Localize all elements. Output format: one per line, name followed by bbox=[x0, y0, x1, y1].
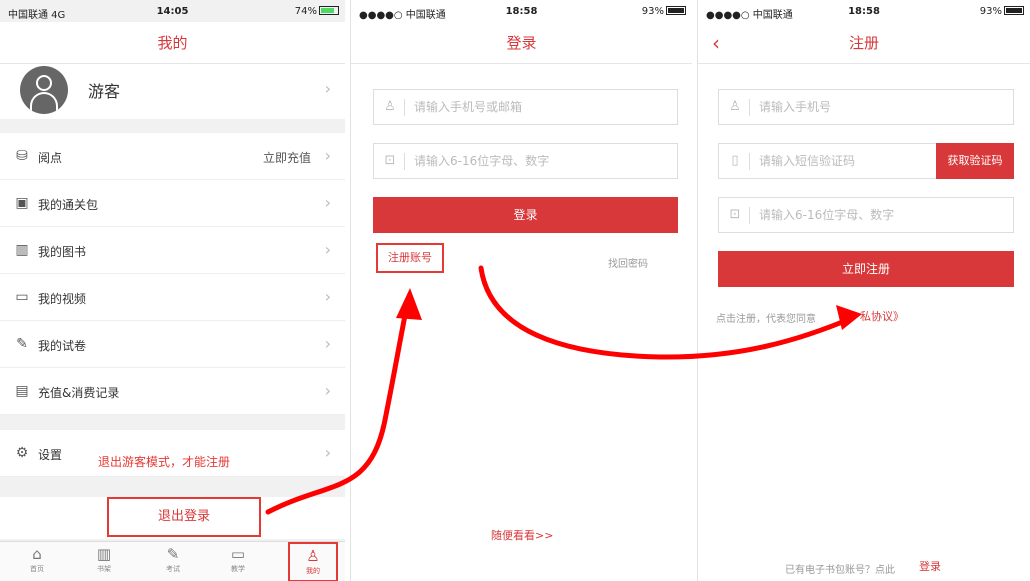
page-title: 注册 bbox=[848, 34, 879, 52]
logout-button[interactable]: 退出登录 bbox=[107, 497, 261, 537]
tab-label: 首页 bbox=[30, 565, 44, 573]
avatar bbox=[20, 66, 68, 114]
menu-item-label: 我的试卷 bbox=[38, 339, 87, 353]
page-title: 登录 bbox=[506, 34, 537, 52]
password-input[interactable] bbox=[414, 144, 667, 178]
password-field[interactable]: ⊡ bbox=[718, 197, 1014, 233]
menu-item-label: 设置 bbox=[38, 448, 63, 462]
tab-shelf[interactable]: ▥ 书架 bbox=[79, 542, 129, 581]
annotation-note: 退出游客模式，才能注册 bbox=[98, 455, 231, 469]
home-icon: ⌂ bbox=[32, 545, 42, 563]
login-screen: ●●●●○ 中国联通 18:58 93% 登录 ♙ ⊡ 登录 找回密码 随便看看… bbox=[350, 0, 692, 581]
coin-icon: ⛁ bbox=[16, 148, 28, 164]
tab-home[interactable]: ⌂ 首页 bbox=[12, 542, 62, 581]
gear-icon: ⚙ bbox=[15, 445, 29, 461]
phone-input[interactable] bbox=[759, 90, 1003, 124]
profile-screen: 中国联通 4G 14:05 74% 我的 游客 › ⛁ 阅点 立即充值 › ▣ … bbox=[0, 0, 345, 581]
chevron-right-icon: › bbox=[324, 381, 331, 400]
tab-label: 教学 bbox=[231, 565, 245, 573]
forgot-password-link[interactable]: 找回密码 bbox=[608, 255, 648, 270]
user-row[interactable]: 游客 › bbox=[0, 64, 345, 119]
logout-area: 退出登录 bbox=[0, 497, 345, 539]
battery-icon bbox=[666, 6, 686, 15]
privacy-agreement-link[interactable]: 私协议》 bbox=[860, 308, 904, 324]
bookshelf-icon: ▥ bbox=[96, 545, 112, 563]
account-field[interactable]: ♙ bbox=[373, 89, 678, 125]
battery-indicator: 93% bbox=[642, 6, 686, 17]
battery-indicator: 74% bbox=[295, 6, 339, 17]
user-icon: ♙ bbox=[306, 547, 320, 565]
menu-item-points[interactable]: ⛁ 阅点 立即充值 › bbox=[0, 133, 345, 180]
sms-code-input[interactable] bbox=[759, 144, 929, 178]
nav-bar: ‹ 注册 bbox=[698, 22, 1030, 64]
tab-label: 书架 bbox=[97, 565, 111, 573]
account-input[interactable] bbox=[414, 90, 667, 124]
menu-item-exams[interactable]: ✎ 我的试卷 › bbox=[0, 321, 345, 368]
chevron-right-icon: › bbox=[324, 240, 331, 259]
password-field[interactable]: ⊡ bbox=[373, 143, 678, 179]
sms-code-field[interactable]: ▯ 获取验证码 bbox=[718, 143, 1014, 179]
recharge-link[interactable]: 立即充值 bbox=[263, 149, 311, 166]
login-button[interactable]: 登录 bbox=[373, 197, 678, 233]
menu-item-records[interactable]: ▤ 充值&消费记录 › bbox=[0, 368, 345, 415]
password-input[interactable] bbox=[759, 198, 1003, 232]
lock-icon: ⊡ bbox=[384, 153, 396, 168]
tab-teaching[interactable]: ▭ 教学 bbox=[213, 542, 263, 581]
package-icon: ▣ bbox=[15, 195, 29, 211]
register-link[interactable]: 注册账号 bbox=[376, 243, 444, 273]
phone-icon: ▯ bbox=[731, 153, 739, 168]
status-bar: 中国联通 4G 14:05 74% bbox=[0, 0, 345, 22]
edit-icon: ✎ bbox=[166, 545, 180, 563]
battery-percent: 93% bbox=[979, 6, 1002, 17]
chevron-right-icon: › bbox=[324, 287, 331, 306]
menu-item-label: 我的视频 bbox=[38, 292, 87, 306]
back-chevron-icon[interactable]: ‹ bbox=[712, 22, 720, 64]
user-icon: ♙ bbox=[729, 99, 741, 114]
menu-item-label: 充值&消费记录 bbox=[38, 386, 120, 400]
nav-bar: 我的 bbox=[0, 22, 345, 64]
battery-indicator: 93% bbox=[980, 6, 1024, 17]
register-screen: ●●●●○ 中国联通 18:58 93% ‹ 注册 ♙ ▯ 获取验证码 ⊡ 立即… bbox=[697, 0, 1030, 581]
chevron-right-icon: › bbox=[324, 146, 331, 165]
register-submit-button[interactable]: 立即注册 bbox=[718, 251, 1014, 287]
page-title: 我的 bbox=[157, 34, 188, 52]
status-bar: ●●●●○ 中国联通 18:58 93% bbox=[698, 0, 1030, 22]
menu-item-label: 我的通关包 bbox=[38, 198, 99, 212]
battery-icon bbox=[1004, 6, 1024, 15]
tab-label: 考试 bbox=[166, 565, 180, 573]
chevron-right-icon: › bbox=[324, 193, 331, 212]
phone-field[interactable]: ♙ bbox=[718, 89, 1014, 125]
user-icon: ♙ bbox=[384, 99, 396, 114]
menu-item-package[interactable]: ▣ 我的通关包 › bbox=[0, 180, 345, 227]
board-icon: ▭ bbox=[230, 545, 246, 563]
get-code-button[interactable]: 获取验证码 bbox=[936, 143, 1014, 179]
browse-link[interactable]: 随便看看>> bbox=[491, 527, 553, 543]
chevron-right-icon: › bbox=[324, 334, 331, 353]
footer-login-link[interactable]: 登录 bbox=[919, 558, 941, 574]
clock: 14:05 bbox=[156, 6, 189, 17]
tab-exam[interactable]: ✎ 考试 bbox=[148, 542, 198, 581]
menu-item-videos[interactable]: ▭ 我的视频 › bbox=[0, 274, 345, 321]
battery-percent: 93% bbox=[641, 6, 664, 17]
menu-item-books[interactable]: ▥ 我的图书 › bbox=[0, 227, 345, 274]
chevron-right-icon: › bbox=[324, 79, 331, 98]
tab-label: 我的 bbox=[306, 567, 320, 575]
footer-text: 已有电子书包账号？点此 bbox=[785, 565, 895, 576]
battery-percent: 74% bbox=[294, 6, 317, 17]
menu-item-label: 我的图书 bbox=[38, 245, 87, 259]
record-icon: ▤ bbox=[15, 383, 29, 399]
user-name: 游客 bbox=[88, 82, 121, 101]
books-icon: ▥ bbox=[15, 242, 29, 258]
menu-item-label: 阅点 bbox=[38, 151, 63, 165]
battery-icon bbox=[319, 6, 339, 15]
exam-paper-icon: ✎ bbox=[16, 336, 28, 352]
lock-icon: ⊡ bbox=[729, 207, 741, 222]
chevron-right-icon: › bbox=[324, 443, 331, 462]
tab-bar: ⌂ 首页 ▥ 书架 ✎ 考试 ▭ 教学 ♙ 我的 bbox=[0, 541, 345, 581]
nav-bar: 登录 bbox=[351, 22, 692, 64]
agreement-text: 点击注册，代表您同意 bbox=[716, 314, 816, 325]
video-icon: ▭ bbox=[15, 289, 29, 305]
tab-mine[interactable]: ♙ 我的 bbox=[288, 542, 338, 581]
status-bar: ●●●●○ 中国联通 18:58 93% bbox=[351, 0, 692, 22]
